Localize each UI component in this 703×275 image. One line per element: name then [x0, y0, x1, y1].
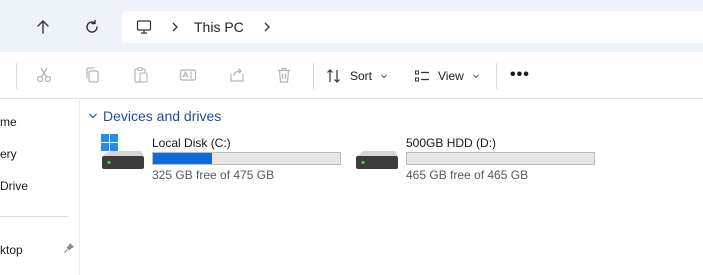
command-bar: Sort View	[0, 52, 703, 99]
sidebar-item-gallery[interactable]: ery	[0, 147, 17, 161]
cut-button[interactable]	[34, 65, 54, 85]
address-row: This PC	[0, 0, 703, 52]
cut-icon	[36, 67, 52, 83]
drive-usage-bar	[406, 152, 595, 165]
sidebar-divider	[0, 216, 68, 217]
share-button[interactable]	[227, 65, 247, 85]
this-pc-icon	[136, 19, 152, 35]
address-bar[interactable]: This PC	[122, 11, 703, 43]
view-button[interactable]: View	[414, 65, 480, 87]
sort-label: Sort	[350, 69, 373, 83]
drive-free-space: 325 GB free of 475 GB	[152, 168, 275, 182]
drive-free-space: 465 GB free of 465 GB	[406, 168, 529, 182]
view-label: View	[438, 69, 464, 83]
pin-icon	[64, 243, 74, 253]
group-title: Devices and drives	[103, 108, 222, 124]
navigation-pane: me ery Drive ktop	[0, 99, 80, 275]
delete-icon	[278, 67, 290, 83]
drive-usage-fill	[153, 153, 213, 164]
chevron-right-icon[interactable]	[262, 21, 272, 33]
toolbar-divider	[496, 63, 497, 89]
sort-button[interactable]: Sort	[326, 65, 388, 87]
sort-icon	[327, 69, 340, 83]
sidebar-item-home[interactable]: me	[0, 115, 17, 129]
sidebar-item-desktop[interactable]: ktop	[0, 243, 23, 257]
devices-and-drives-header[interactable]: Devices and drives	[88, 108, 221, 124]
up-button[interactable]	[28, 12, 58, 42]
refresh-button[interactable]	[77, 12, 107, 42]
share-icon	[230, 68, 244, 82]
refresh-icon	[86, 19, 98, 33]
toolbar-divider	[16, 63, 17, 89]
delete-button[interactable]	[274, 65, 294, 85]
rename-icon	[179, 69, 197, 81]
drive-tile-c[interactable]: Local Disk (C:) 325 GB free of 475 GB	[101, 134, 351, 184]
chevron-down-icon	[88, 111, 98, 121]
chevron-down-icon	[380, 72, 388, 80]
windows-logo-icon	[101, 134, 118, 151]
drive-icon	[101, 134, 144, 169]
drive-name: 500GB HDD (D:)	[406, 136, 497, 150]
paste-icon	[134, 66, 148, 83]
see-more-button[interactable]: •••	[510, 66, 530, 84]
drive-tile-d[interactable]: 500GB HDD (D:) 465 GB free of 465 GB	[355, 134, 605, 184]
breadcrumb-this-pc[interactable]: This PC	[194, 19, 244, 35]
drive-icon	[356, 151, 398, 169]
toolbar-divider	[313, 63, 314, 89]
rename-button[interactable]	[178, 65, 198, 85]
drive-usage-bar	[152, 152, 341, 165]
drive-name: Local Disk (C:)	[152, 136, 231, 150]
up-arrow-icon	[37, 20, 49, 34]
chevron-right-icon[interactable]	[170, 21, 180, 33]
copy-icon	[86, 67, 99, 83]
sidebar-item-onedrive[interactable]: Drive	[0, 179, 28, 193]
paste-button[interactable]	[131, 65, 151, 85]
view-icon	[415, 70, 429, 82]
copy-button[interactable]	[82, 65, 102, 85]
chevron-down-icon	[472, 72, 480, 80]
